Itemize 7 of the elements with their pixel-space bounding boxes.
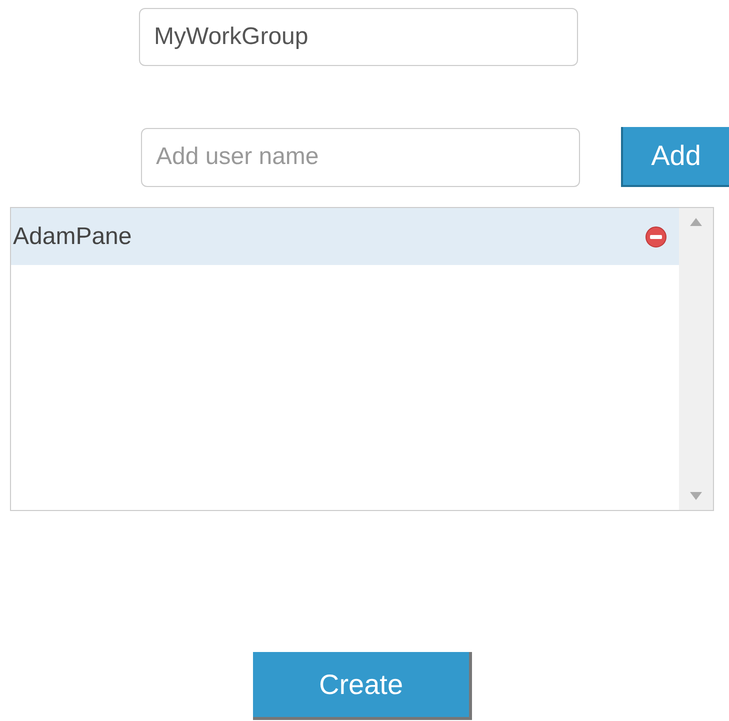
group-name-field[interactable]: MyWorkGroup [139,8,578,66]
scroll-down-icon[interactable] [690,492,702,500]
user-list-item[interactable]: AdamPane [11,208,679,265]
scroll-up-icon[interactable] [690,218,702,226]
remove-icon[interactable] [645,226,667,248]
scrollbar[interactable] [679,208,713,510]
user-name-field[interactable]: Add user name [141,128,580,186]
